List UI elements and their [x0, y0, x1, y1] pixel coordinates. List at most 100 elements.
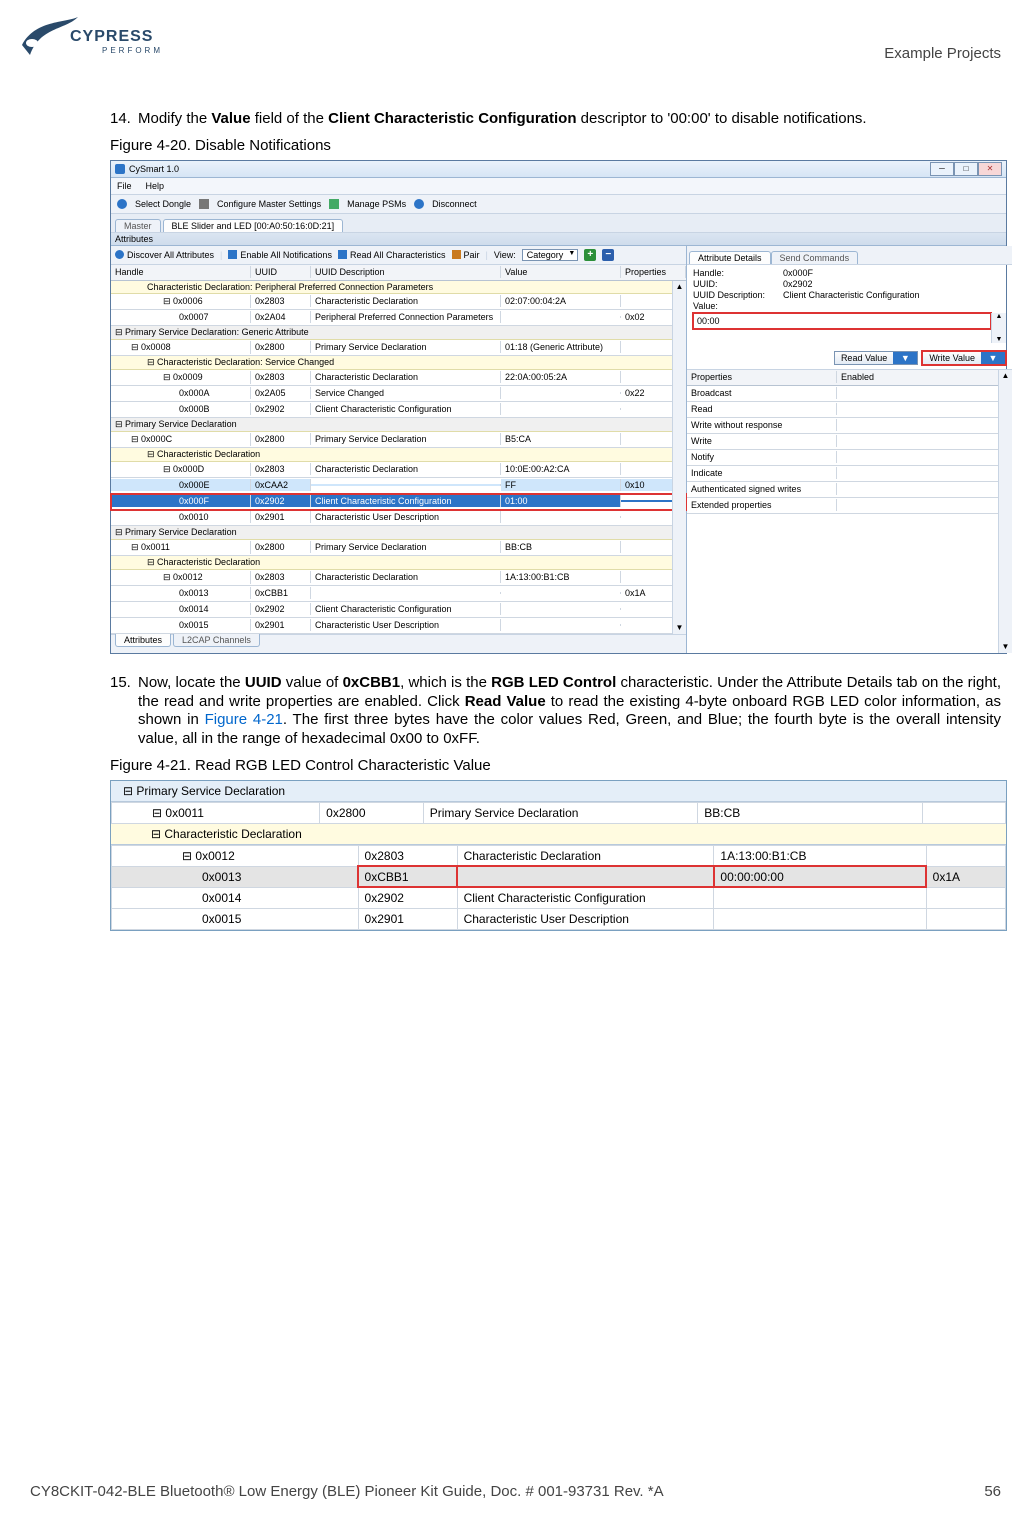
maximize-button[interactable]: □ [954, 162, 978, 176]
device-tabs: Master BLE Slider and LED [00:A0:50:16:0… [111, 214, 1006, 233]
attributes-toolbar: Discover All Attributes | Enable All Not… [111, 246, 686, 265]
select-dongle-button[interactable]: Select Dongle [135, 199, 191, 209]
section-title: Example Projects [884, 20, 1001, 62]
handle-value: 0x000F [783, 268, 813, 278]
table-row[interactable]: ⊟ 0x00110x2800Primary Service Declaratio… [112, 802, 1006, 823]
disconnect-icon [414, 199, 424, 209]
view-select[interactable]: Category [522, 249, 579, 261]
read-all-button[interactable]: Read All Characteristics [338, 250, 446, 260]
uuid-label: UUID: [693, 279, 783, 289]
step-number: 15. [110, 674, 138, 749]
page-header: CYPRESS PERFORM Example Projects [30, 20, 1001, 70]
table-row-highlighted[interactable]: 0x00130xCBB100:00:00:000x1A [112, 866, 1006, 887]
table-row[interactable]: 0x00140x2902Client Characteristic Config… [112, 887, 1006, 908]
main-toolbar: Select Dongle Configure Master Settings … [111, 195, 1006, 214]
menu-bar: File Help [111, 178, 1006, 195]
table-row[interactable]: 0x00140x2902Client Characteristic Config… [111, 602, 686, 618]
wrench-icon [329, 199, 339, 209]
disconnect-button[interactable]: Disconnect [432, 199, 477, 209]
table-row[interactable]: 0x00150x2901Characteristic User Descript… [112, 908, 1006, 929]
vertical-scrollbar[interactable]: ▲▼ [672, 281, 686, 634]
table-row-selected[interactable]: 0x000F0x2902Client Characteristic Config… [111, 494, 686, 510]
col-properties[interactable]: Properties [687, 371, 837, 383]
discover-all-button[interactable]: Discover All Attributes [115, 250, 214, 260]
group-cd-1[interactable]: ⊟ Characteristic Declaration [111, 448, 686, 462]
menu-file[interactable]: File [117, 181, 132, 191]
table-row[interactable]: 0x00130xCBB10x1A [111, 586, 686, 602]
expand-all-button[interactable]: + [584, 249, 596, 261]
handle-label: Handle: [693, 268, 783, 278]
table-row[interactable]: ⊟ 0x00080x2800Primary Service Declaratio… [111, 340, 686, 356]
read-value-button[interactable]: Read Value▼ [834, 351, 918, 365]
window-title: CySmart 1.0 [129, 164, 179, 174]
table-row[interactable]: 0x00150x2901Characteristic User Descript… [111, 618, 686, 634]
tab-send-commands[interactable]: Send Commands [771, 251, 859, 264]
table-row[interactable]: ⊟ 0x00120x2803Characteristic Declaration… [111, 570, 686, 586]
figure-4-21-link[interactable]: Figure 4-21 [205, 711, 283, 728]
collapse-all-button[interactable]: − [602, 249, 614, 261]
col-uuid[interactable]: UUID [251, 266, 311, 278]
window-titlebar[interactable]: CySmart 1.0 ─ □ ✕ [111, 161, 1006, 178]
figure-4-21-caption: Figure 4-21. Read RGB LED Control Charac… [110, 757, 1001, 774]
table-row[interactable]: ⊟ 0x00120x2803Characteristic Declaration… [112, 845, 1006, 866]
group-cd-ppcp[interactable]: Characteristic Declaration: Peripheral P… [111, 281, 686, 294]
col-props[interactable]: Properties [621, 266, 686, 278]
group-psd-ga[interactable]: ⊟ Primary Service Declaration: Generic A… [111, 326, 686, 340]
minimize-button[interactable]: ─ [930, 162, 954, 176]
prop-row: Notify [687, 450, 1012, 466]
table-row[interactable]: 0x000E0xCAA2FF0x10 [111, 478, 686, 494]
tab-l2cap[interactable]: L2CAP Channels [173, 634, 260, 647]
group-cd-2[interactable]: ⊟ Characteristic Declaration [111, 556, 686, 570]
menu-help[interactable]: Help [146, 181, 165, 191]
uuid-value: 0x2902 [783, 279, 813, 289]
figure-4-21-screenshot: ⊟ Primary Service Declaration ⊟ 0x00110x… [110, 780, 1007, 931]
globe-icon [115, 250, 124, 259]
prop-row: Broadcast [687, 386, 1012, 402]
step-text: Now, locate the UUID value of 0xCBB1, wh… [138, 674, 1001, 749]
value-input[interactable]: 00:00 [693, 313, 991, 329]
col-handle[interactable]: Handle [111, 266, 251, 278]
table-row[interactable]: 0x00070x2A04Peripheral Preferred Connect… [111, 310, 686, 326]
close-button[interactable]: ✕ [978, 162, 1002, 176]
table-row[interactable]: 0x000B0x2902Client Characteristic Config… [111, 402, 686, 418]
enable-all-button[interactable]: Enable All Notifications [228, 250, 332, 260]
configure-master-button[interactable]: Configure Master Settings [217, 199, 321, 209]
table-row[interactable]: 0x000A0x2A05Service Changed0x22 [111, 386, 686, 402]
value-label: Value: [693, 301, 1006, 311]
attributes-section-header: Attributes [111, 233, 1006, 246]
pair-button[interactable]: Pair [452, 250, 480, 260]
tab-master[interactable]: Master [115, 219, 161, 232]
group-psd-1[interactable]: ⊟ Primary Service Declaration [111, 418, 686, 432]
prop-row: Indicate [687, 466, 1012, 482]
table-row[interactable]: ⊟ 0x00090x2803Characteristic Declaration… [111, 370, 686, 386]
page-footer: CY8CKIT-042-BLE Bluetooth® Low Energy (B… [30, 1483, 1001, 1500]
tab-device[interactable]: BLE Slider and LED [00:A0:50:16:0D:21] [163, 219, 344, 232]
group-characteristic-declaration[interactable]: ⊟ Characteristic Declaration [111, 824, 1006, 845]
table-row[interactable]: ⊟ 0x000D0x2803Characteristic Declaration… [111, 462, 686, 478]
app-icon [115, 164, 125, 174]
table-row[interactable]: 0x00100x2901Characteristic User Descript… [111, 510, 686, 526]
step-14: 14. Modify the Value field of the Client… [110, 110, 1001, 129]
col-value[interactable]: Value [501, 266, 621, 278]
value-scrollbar[interactable]: ▲▼ [991, 313, 1006, 343]
tab-attribute-details[interactable]: Attribute Details [689, 251, 771, 264]
manage-psms-button[interactable]: Manage PSMs [347, 199, 406, 209]
step-text: Modify the Value field of the Client Cha… [138, 110, 1001, 129]
table-row[interactable]: ⊟ 0x000C0x2800Primary Service Declaratio… [111, 432, 686, 448]
prop-row: Authenticated signed writes [687, 482, 1012, 498]
gears-icon [199, 199, 209, 209]
col-enabled[interactable]: Enabled [837, 371, 1012, 383]
footer-page-number: 56 [984, 1483, 1001, 1500]
write-value-button[interactable]: Write Value▼ [922, 351, 1006, 365]
group-psd-2[interactable]: ⊟ Primary Service Declaration [111, 526, 686, 540]
col-desc[interactable]: UUID Description [311, 266, 501, 278]
attribute-details-pane: Attribute Details Send Commands Handle:0… [687, 246, 1012, 653]
table-row[interactable]: ⊟ 0x00060x2803Characteristic Declaration… [111, 294, 686, 310]
tab-attributes[interactable]: Attributes [115, 634, 171, 647]
bottom-tabs: Attributes L2CAP Channels [111, 634, 686, 653]
group-cd-sc[interactable]: ⊟ Characteristic Declaration: Service Ch… [111, 356, 686, 370]
properties-scrollbar[interactable]: ▲▼ [998, 370, 1012, 653]
figure-4-20-caption: Figure 4-20. Disable Notifications [110, 137, 1001, 154]
table-row[interactable]: ⊟ 0x00110x2800Primary Service Declaratio… [111, 540, 686, 556]
group-primary-service[interactable]: ⊟ Primary Service Declaration [111, 781, 1006, 802]
